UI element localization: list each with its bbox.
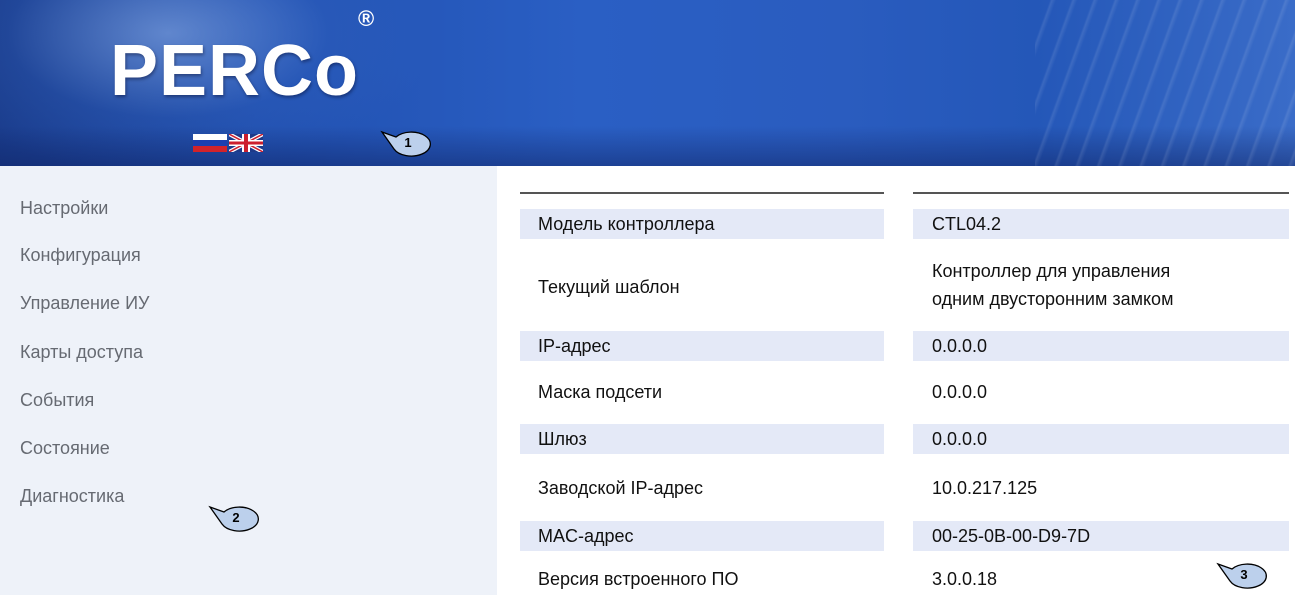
value-controller-model: CTL04.2 xyxy=(932,214,1002,234)
callout-number: 2 xyxy=(232,510,240,525)
registered-mark: ® xyxy=(358,6,375,31)
uk-flag-icon[interactable] xyxy=(229,134,263,152)
header-decor xyxy=(1035,0,1295,166)
label-factory-ip: Заводской IP-адрес xyxy=(538,478,704,498)
value-gateway: 0.0.0.0 xyxy=(932,429,988,449)
value-current-template-line1: Контроллер для управления xyxy=(932,261,1171,281)
value-firmware-version: 3.0.0.18 xyxy=(932,569,998,589)
label-controller-model: Модель контроллера xyxy=(538,214,715,234)
label-firmware-version: Версия встроенного ПО xyxy=(538,569,739,589)
value-subnet-mask: 0.0.0.0 xyxy=(932,382,988,402)
value-mac-address: 00-25-0B-00-D9-7D xyxy=(932,526,1091,546)
label-ip-address: IP-адрес xyxy=(538,336,611,356)
russian-flag-icon[interactable] xyxy=(193,134,227,152)
sidebar-item-settings[interactable]: Настройки xyxy=(20,198,108,219)
callout-badge-1: 1 xyxy=(380,128,436,158)
value-current-template-line2: одним двусторонним замком xyxy=(932,289,1174,309)
label-mac-address: MAC-адрес xyxy=(538,526,634,546)
label-current-template: Текущий шаблон xyxy=(538,277,680,297)
sidebar-item-device-control[interactable]: Управление ИУ xyxy=(20,293,149,314)
sidebar-item-configuration[interactable]: Конфигурация xyxy=(20,245,141,266)
label-subnet-mask: Маска подсети xyxy=(538,382,663,402)
callout-badge-3: 3 xyxy=(1216,560,1272,590)
table-top-rule-left xyxy=(520,192,884,194)
callout-number: 1 xyxy=(404,135,412,150)
table-top-rule-right xyxy=(913,192,1289,194)
callout-number: 3 xyxy=(1240,567,1248,582)
sidebar-item-access-cards[interactable]: Карты доступа xyxy=(20,342,143,363)
header-banner: PERCo ® 1 xyxy=(0,0,1295,166)
sidebar-item-diagnostics[interactable]: Диагностика xyxy=(20,486,124,507)
callout-badge-2: 2 xyxy=(208,503,264,533)
perco-logo[interactable]: PERCo xyxy=(110,30,359,112)
sidebar-item-events[interactable]: События xyxy=(20,390,94,411)
value-ip-address: 0.0.0.0 xyxy=(932,336,988,356)
label-gateway: Шлюз xyxy=(538,429,587,449)
value-factory-ip: 10.0.217.125 xyxy=(932,478,1038,498)
sidebar-item-status[interactable]: Состояние xyxy=(20,438,110,459)
